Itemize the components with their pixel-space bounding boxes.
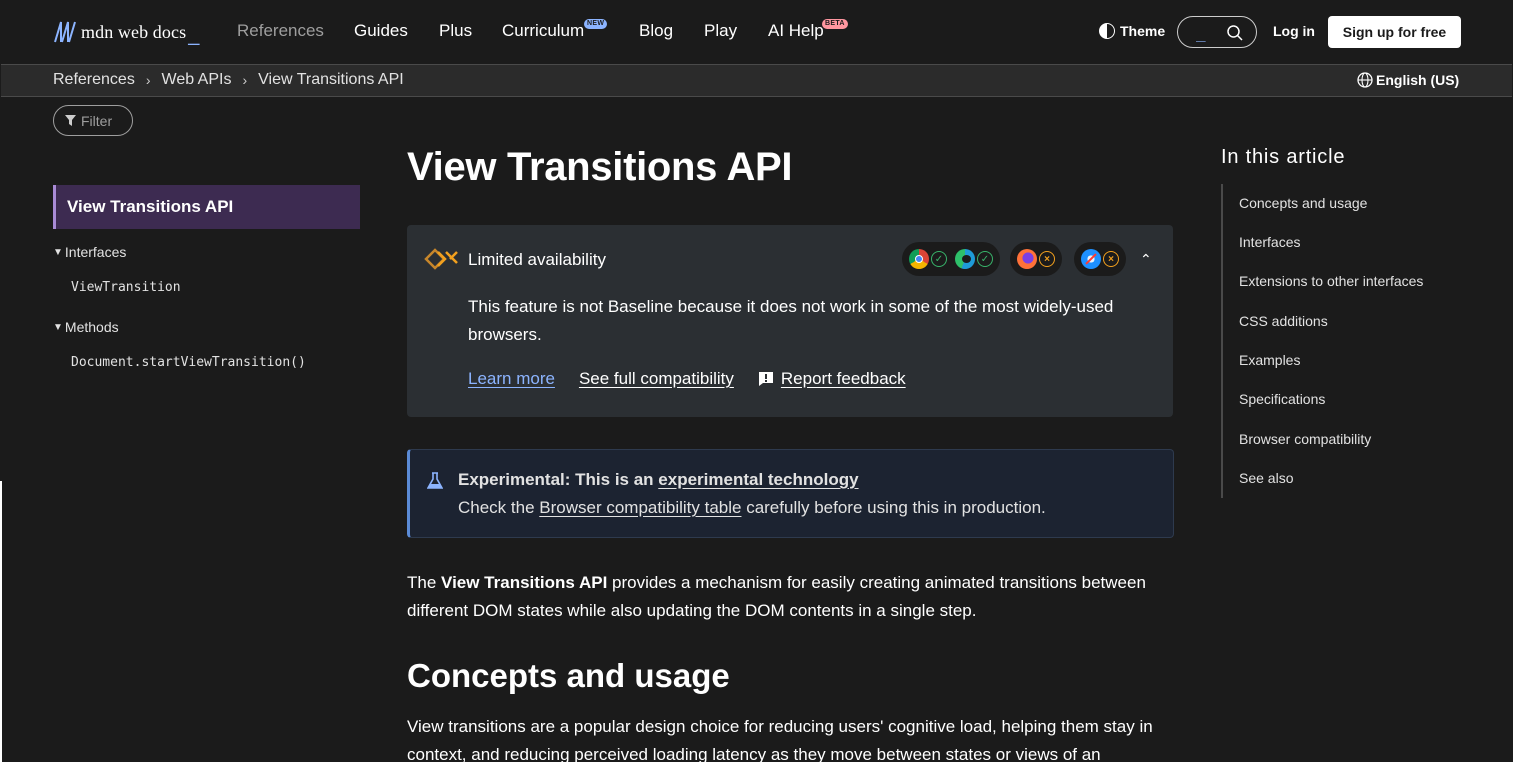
experimental-body-pre: Check the: [458, 498, 540, 517]
edge-icon: [955, 249, 975, 269]
supported-check-icon: ✓: [931, 251, 947, 267]
toc-item-interfaces[interactable]: Interfaces: [1239, 234, 1300, 250]
intro-pre: The: [407, 573, 442, 592]
search-button[interactable]: _: [1177, 16, 1257, 48]
mdn-logo[interactable]: mdn web docs _: [53, 18, 199, 46]
toc-item-examples[interactable]: Examples: [1239, 352, 1300, 368]
toc-item-extensions[interactable]: Extensions to other interfaces: [1239, 273, 1423, 289]
breadcrumb-item-current[interactable]: View Transitions API: [258, 71, 404, 89]
toc-divider: [1221, 184, 1223, 498]
filter-placeholder: Filter: [81, 112, 113, 129]
theme-label: Theme: [1120, 23, 1166, 39]
experimental-prefix: Experimental: This is an: [458, 470, 659, 489]
flask-icon: [427, 472, 443, 489]
breadcrumb-separator: ›: [145, 72, 151, 88]
toc-item-concepts[interactable]: Concepts and usage: [1239, 195, 1367, 211]
new-badge: NEW: [584, 19, 608, 29]
availability-links: Learn more See full compatibility Report…: [468, 369, 906, 389]
triangle-down-icon: ▼: [53, 246, 63, 258]
unsupported-x-icon: ×: [1103, 251, 1119, 267]
search-placeholder: _: [1196, 23, 1206, 42]
experimental-body: Check the Browser compatibility table ca…: [458, 498, 1046, 518]
toc-title: In this article: [1221, 146, 1346, 168]
nav-curriculum[interactable]: Curriculum: [502, 21, 584, 41]
breadcrumb-bar: References › Web APIs › View Transitions…: [1, 64, 1512, 97]
breadcrumb-item-references[interactable]: References: [53, 71, 135, 89]
intro-paragraph: The View Transitions API provides a mech…: [407, 569, 1177, 625]
breadcrumb-separator: ›: [242, 72, 248, 88]
nav-blog[interactable]: Blog: [639, 21, 673, 41]
breadcrumb: References › Web APIs › View Transitions…: [53, 71, 404, 89]
supported-check-icon: ✓: [977, 251, 993, 267]
chevron-up-icon[interactable]: ⌃: [1140, 251, 1152, 268]
learn-more-link[interactable]: Learn more: [468, 369, 555, 389]
beta-badge: BETA: [822, 19, 848, 29]
search-icon: [1227, 25, 1243, 41]
triangle-down-icon: ▼: [53, 321, 63, 333]
logo-text: mdn web docs: [81, 21, 187, 42]
toc-item-specifications[interactable]: Specifications: [1239, 391, 1325, 407]
sidebar-group-interfaces[interactable]: ▼ Interfaces: [53, 244, 126, 260]
sidebar-item-view-transitions-api[interactable]: View Transitions API: [53, 185, 360, 229]
sidebar-item-start-view-transition[interactable]: Document.startViewTransition(): [71, 355, 306, 370]
browser-support-firefox[interactable]: ×: [1010, 242, 1062, 276]
experimental-heading: Experimental: This is an experimental te…: [458, 470, 859, 490]
language-label: English (US): [1376, 72, 1460, 88]
limited-availability-icon: [424, 248, 458, 270]
nav-ai-help[interactable]: AI Help: [768, 21, 824, 41]
report-feedback-label[interactable]: Report feedback: [781, 369, 906, 389]
unsupported-x-icon: ×: [1039, 251, 1055, 267]
nav-plus[interactable]: Plus: [439, 21, 472, 41]
logo-cursor: _: [188, 23, 200, 46]
report-feedback-link[interactable]: Report feedback: [758, 369, 906, 389]
chrome-icon: [909, 249, 929, 269]
browser-support-safari[interactable]: ×: [1074, 242, 1126, 276]
login-link[interactable]: Log in: [1273, 23, 1315, 39]
theme-icon: [1099, 23, 1115, 39]
nav-references[interactable]: References: [237, 21, 324, 41]
browser-compatibility-table-link[interactable]: Browser compatibility table: [539, 498, 741, 517]
sidebar-group-methods[interactable]: ▼ Methods: [53, 319, 119, 335]
globe-icon: [1357, 72, 1373, 88]
nav-play[interactable]: Play: [704, 21, 737, 41]
safari-icon: [1081, 249, 1101, 269]
sidebar-group-label: Methods: [64, 319, 119, 335]
top-nav: mdn web docs _ References Guides Plus Cu…: [0, 0, 1513, 64]
toc-item-css-additions[interactable]: CSS additions: [1239, 313, 1328, 329]
firefox-icon: [1017, 249, 1037, 269]
sidebar-item-viewtransition[interactable]: ViewTransition: [71, 280, 181, 295]
feedback-icon: [758, 372, 773, 386]
intro-bold: View Transitions API: [441, 573, 608, 592]
sidebar-filter-input[interactable]: Filter: [53, 105, 133, 136]
baseline-availability-banner: Limited availability ✓ ✓ × × ⌃ This feat…: [407, 225, 1173, 417]
filter-icon: [65, 115, 76, 126]
toc-item-browser-compat[interactable]: Browser compatibility: [1239, 431, 1371, 447]
experimental-notice: Experimental: This is an experimental te…: [407, 449, 1174, 538]
experimental-body-post: carefully before using this in productio…: [741, 498, 1046, 517]
section-heading-concepts: Concepts and usage: [407, 657, 730, 694]
mdn-m-icon: [54, 21, 76, 43]
see-full-compatibility-link[interactable]: See full compatibility: [579, 369, 734, 389]
theme-button[interactable]: Theme: [1099, 23, 1165, 39]
signup-button[interactable]: Sign up for free: [1328, 16, 1461, 48]
app-root: mdn web docs _ References Guides Plus Cu…: [0, 0, 1513, 762]
language-switcher[interactable]: English (US): [1357, 72, 1459, 88]
experimental-technology-link[interactable]: experimental technology: [658, 470, 858, 489]
availability-description: This feature is not Baseline because it …: [468, 297, 1114, 344]
breadcrumb-item-web-apis[interactable]: Web APIs: [162, 71, 232, 89]
sidebar-group-label: Interfaces: [64, 244, 127, 260]
page-title: View Transitions API: [407, 145, 793, 189]
concepts-paragraph: View transitions are a popular design ch…: [407, 717, 1153, 762]
nav-guides[interactable]: Guides: [354, 21, 408, 41]
availability-title: Limited availability: [468, 250, 606, 269]
browser-support-chrome-edge[interactable]: ✓ ✓: [902, 242, 1000, 276]
toc-item-see-also[interactable]: See also: [1239, 470, 1293, 486]
window-edge: [0, 481, 2, 762]
